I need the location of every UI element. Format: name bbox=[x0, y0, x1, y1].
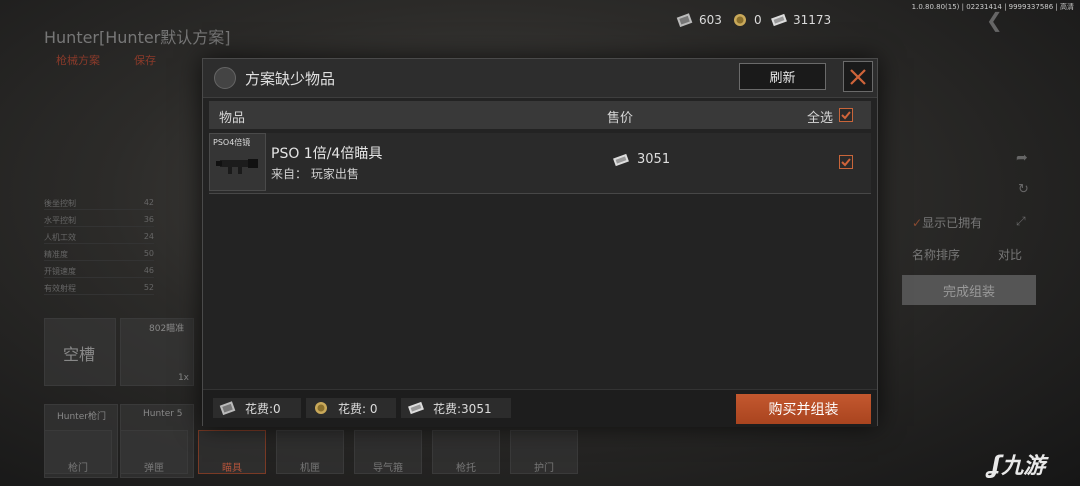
tab-save[interactable]: 保存 bbox=[134, 52, 156, 68]
buy-and-assemble-button[interactable]: 购买并组装 bbox=[736, 394, 871, 424]
stat-row: 後坐控制 42 bbox=[44, 198, 154, 210]
dialog-footer: 花费:0 花费: 0 花费:3051 购买并组装 bbox=[203, 389, 877, 427]
dialog-emblem-icon bbox=[214, 67, 236, 89]
coin-icon bbox=[734, 14, 746, 26]
share-icon[interactable]: ➦ bbox=[1016, 150, 1028, 166]
site-logo: ʆ九游 bbox=[988, 451, 1046, 479]
close-icon bbox=[850, 68, 866, 85]
bottom-tab-muzzle[interactable]: 枪门 bbox=[44, 430, 112, 474]
attachment-slot[interactable]: 802瞄准 1x bbox=[120, 318, 194, 386]
check-icon: ✓ bbox=[912, 216, 923, 230]
fullscreen-icon[interactable]: ⤢ bbox=[1016, 214, 1026, 229]
reset-icon[interactable]: ↻ bbox=[1018, 182, 1029, 197]
refresh-button[interactable]: 刷新 bbox=[739, 63, 826, 90]
check-icon bbox=[841, 158, 851, 167]
compare-button[interactable]: 对比 bbox=[998, 246, 1022, 263]
item-price: 3051 bbox=[611, 152, 670, 167]
bottom-tab-handguard[interactable]: 护门 bbox=[510, 430, 578, 474]
bottom-tab-magazine[interactable]: 弹匣 bbox=[120, 430, 188, 474]
cash-icon bbox=[613, 153, 629, 166]
table-row[interactable]: PSO4倍镜 PSO 1倍/4倍瞄具 来自： 玩家出售 3051 bbox=[209, 133, 871, 194]
ticket-icon bbox=[219, 401, 236, 415]
col-item-header: 物品 bbox=[219, 111, 246, 126]
complete-assembly-button[interactable]: 完成组装 bbox=[902, 275, 1036, 305]
cost-cash: 花费:3051 bbox=[401, 398, 511, 418]
item-name: PSO 1倍/4倍瞄具 bbox=[271, 146, 383, 162]
logo-mark-icon: ʆ bbox=[988, 451, 1002, 479]
stat-row: 人机工效 24 bbox=[44, 232, 154, 244]
dialog-header: 方案缺少物品 刷新 bbox=[203, 59, 877, 98]
stat-row: 精准度 50 bbox=[44, 249, 154, 261]
stat-row: 有效射程 52 bbox=[44, 283, 154, 295]
missing-items-dialog: 方案缺少物品 刷新 物品 售价 全选 PSO4倍镜 PSO 1倍/4倍瞄具 来自… bbox=[202, 58, 878, 427]
dialog-title: 方案缺少物品 bbox=[245, 70, 336, 88]
ticket-icon bbox=[676, 13, 693, 27]
bottom-tab-gas-block[interactable]: 导气箍 bbox=[354, 430, 422, 474]
table-header: 物品 售价 全选 bbox=[209, 101, 871, 129]
coin-icon bbox=[315, 402, 327, 414]
item-thumbnail: PSO4倍镜 bbox=[209, 133, 266, 191]
bottom-tab-stock[interactable]: 枪托 bbox=[432, 430, 500, 474]
close-button[interactable] bbox=[843, 61, 873, 92]
tab-gun-plan[interactable]: 枪械方案 bbox=[56, 52, 100, 68]
check-icon bbox=[841, 111, 851, 120]
cash-icon bbox=[771, 13, 787, 27]
col-price-header: 售价 bbox=[607, 111, 634, 126]
currency-tickets: 603 bbox=[676, 13, 722, 27]
stat-row: 水平控制 36 bbox=[44, 215, 154, 227]
cost-tickets: 花费:0 bbox=[213, 398, 301, 418]
bottom-tab-receiver[interactable]: 机匣 bbox=[276, 430, 344, 474]
stat-row: 开镜速度 46 bbox=[44, 266, 154, 278]
back-arrow-icon[interactable]: ❮ bbox=[986, 8, 1003, 32]
select-all-checkbox[interactable] bbox=[839, 108, 853, 122]
cost-coins: 花费: 0 bbox=[306, 398, 396, 418]
cash-icon bbox=[408, 401, 424, 415]
select-all-label: 全选 bbox=[807, 111, 834, 126]
item-checkbox[interactable] bbox=[839, 155, 853, 169]
empty-slot[interactable]: 空槽 bbox=[44, 318, 116, 386]
item-source: 来自： 玩家出售 bbox=[271, 167, 359, 181]
currency-coins: 0 bbox=[731, 13, 762, 27]
show-owned-toggle[interactable]: ✓显示已拥有 bbox=[912, 214, 982, 231]
scope-icon bbox=[216, 159, 258, 174]
bottom-tab-scope[interactable]: 瞄具 bbox=[198, 430, 266, 474]
loadout-title: Hunter[Hunter默认方案] bbox=[44, 28, 231, 47]
currency-cash: 31173 bbox=[770, 13, 831, 27]
sort-by-name-button[interactable]: 名称排序 bbox=[912, 246, 960, 263]
